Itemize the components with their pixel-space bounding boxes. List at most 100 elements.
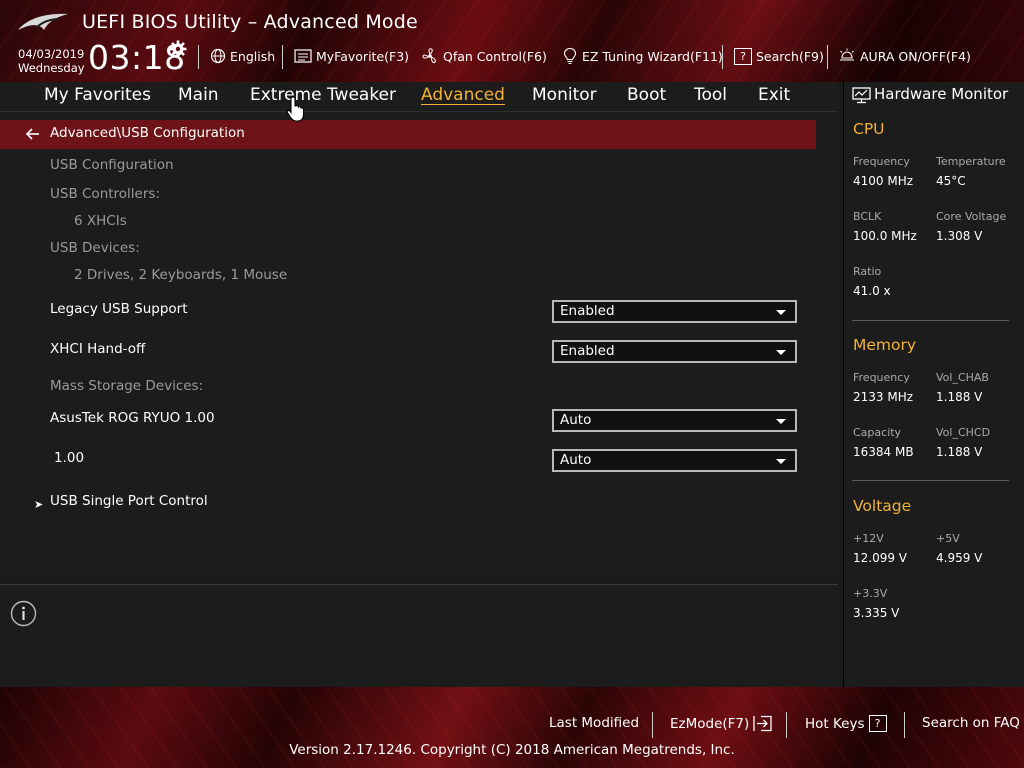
footer-divider: [904, 712, 905, 738]
search-label: Search(F9): [756, 48, 824, 64]
mass-storage-label: Mass Storage Devices:: [50, 378, 204, 394]
v33-label: +3.3V: [853, 587, 888, 600]
monitor-screen-icon: [852, 87, 871, 104]
search-faq-button[interactable]: Search on FAQ: [922, 715, 1020, 731]
date-display: 04/03/2019 Wednesday: [18, 47, 85, 75]
tab-monitor[interactable]: Monitor: [532, 85, 597, 105]
tab-tool[interactable]: Tool: [694, 85, 727, 105]
bclk-label: BCLK: [853, 210, 882, 223]
back-arrow-icon[interactable]: [24, 126, 42, 142]
help-panel: [0, 584, 838, 687]
hardware-monitor-title: Hardware Monitor: [874, 85, 1009, 103]
tab-extreme-tweaker[interactable]: Extreme Tweaker: [250, 85, 396, 105]
rog-logo-icon: [18, 13, 68, 30]
tab-exit[interactable]: Exit: [758, 85, 790, 105]
section-title: USB Configuration: [50, 157, 174, 173]
section-divider: [852, 320, 1009, 321]
mass-storage-device-value: Auto: [560, 452, 592, 468]
aura-toggle-button[interactable]: AURA ON/OFF(F4): [838, 47, 971, 65]
qfan-control-button[interactable]: Qfan Control(F6): [421, 47, 547, 65]
help-question-icon: ?: [868, 715, 887, 732]
tab-advanced[interactable]: Advanced: [421, 85, 505, 105]
last-modified-label: Last Modified: [549, 715, 640, 731]
ezmode-button[interactable]: EzMode(F7): [670, 715, 773, 732]
memory-frequency-value: 2133 MHz: [853, 390, 914, 404]
section-divider: [852, 480, 1009, 481]
mass-storage-device-select[interactable]: Auto: [552, 449, 797, 472]
usb-devices-label: USB Devices:: [50, 240, 140, 256]
vol-chcd-label: Vol_CHCD: [936, 426, 991, 439]
legacy-usb-support-label[interactable]: Legacy USB Support: [50, 301, 188, 317]
globe-icon: [210, 48, 226, 64]
usb-controllers-label: USB Controllers:: [50, 186, 160, 202]
mass-storage-device-select[interactable]: Auto: [552, 409, 797, 432]
footer-divider: [786, 712, 787, 738]
exit-to-ezmode-icon: [753, 715, 772, 732]
xhci-handoff-select[interactable]: Enabled: [552, 340, 797, 363]
chevron-right-icon: ➤: [34, 498, 44, 511]
breadcrumb-path: Advanced\USB Configuration: [50, 125, 245, 141]
favorite-list-icon: [294, 49, 312, 63]
usb-devices-value: 2 Drives, 2 Keyboards, 1 Mouse: [74, 267, 288, 283]
search-faq-label: Search on FAQ: [922, 715, 1020, 731]
hand-pointer-cursor-icon: [286, 96, 305, 122]
hardware-monitor-panel: Hardware Monitor CPU Frequency Temperatu…: [843, 82, 1024, 687]
aura-light-icon: [840, 48, 854, 61]
v5-value: 4.959 V: [936, 551, 983, 565]
search-button[interactable]: ? Search(F9): [734, 47, 824, 65]
toolbar-divider: [198, 45, 199, 69]
footer-divider: [652, 712, 653, 738]
myfavorite-label: MyFavorite(F3): [316, 48, 410, 64]
bclk-value: 100.0 MHz: [853, 229, 917, 243]
tab-main[interactable]: Main: [178, 85, 219, 105]
cpu-frequency-value: 4100 MHz: [853, 174, 914, 188]
cpu-temperature-value: 45°C: [936, 174, 966, 188]
ez-tuning-wizard-button[interactable]: EZ Tuning Wizard(F11): [562, 47, 723, 65]
legacy-usb-support-select[interactable]: Enabled: [552, 300, 797, 323]
ez-tuning-label: EZ Tuning Wizard(F11): [582, 48, 723, 64]
vol-chab-value: 1.188 V: [936, 390, 983, 404]
last-modified-button[interactable]: Last Modified: [549, 715, 639, 731]
voltage-heading: Voltage: [853, 497, 912, 515]
cpu-temperature-label: Temperature: [936, 155, 1006, 168]
toolbar-divider: [722, 45, 723, 69]
language-button[interactable]: English: [210, 47, 275, 65]
breadcrumb[interactable]: Advanced\USB Configuration: [0, 120, 816, 149]
core-voltage-value: 1.308 V: [936, 229, 983, 243]
clock-settings-gear-icon[interactable]: [169, 40, 187, 58]
memory-frequency-label: Frequency: [853, 371, 910, 384]
toolbar-divider: [827, 45, 828, 69]
hot-keys-button[interactable]: Hot Keys ?: [805, 715, 887, 732]
copyright-text: Version 2.17.1246. Copyright (C) 2018 Am…: [289, 742, 735, 758]
tab-my-favorites[interactable]: My Favorites: [44, 85, 151, 105]
cpu-frequency-label: Frequency: [853, 155, 910, 168]
xhci-handoff-value: Enabled: [560, 343, 615, 359]
v12-label: +12V: [853, 532, 884, 545]
ratio-label: Ratio: [853, 265, 882, 278]
memory-heading: Memory: [853, 336, 917, 354]
usb-single-port-control-link[interactable]: USB Single Port Control: [50, 493, 208, 509]
chevron-down-icon: [776, 350, 786, 355]
ezmode-label: EzMode(F7): [670, 715, 750, 732]
date-text: 04/03/2019: [18, 47, 85, 61]
hot-keys-label: Hot Keys: [805, 715, 865, 732]
toolbar-divider: [282, 45, 283, 69]
v5-label: +5V: [936, 532, 960, 545]
chevron-down-icon: [776, 459, 786, 464]
v12-value: 12.099 V: [853, 551, 908, 565]
xhci-handoff-label[interactable]: XHCI Hand-off: [50, 341, 145, 357]
myfavorite-button[interactable]: MyFavorite(F3): [294, 47, 409, 65]
aura-label: AURA ON/OFF(F4): [860, 48, 971, 64]
capacity-value: 16384 MB: [853, 445, 914, 459]
mass-storage-device-label[interactable]: AsusTek ROG RYUO 1.00: [50, 410, 215, 426]
capacity-label: Capacity: [853, 426, 902, 439]
mass-storage-device-value: Auto: [560, 412, 592, 428]
weekday-text: Wednesday: [18, 61, 85, 75]
ratio-value: 41.0 x: [853, 284, 891, 298]
tab-boot[interactable]: Boot: [627, 85, 666, 105]
chevron-down-icon: [776, 419, 786, 424]
core-voltage-label: Core Voltage: [936, 210, 1007, 223]
usb-controllers-value: 6 XHCIs: [74, 213, 127, 229]
header-bar: UEFI BIOS Utility – Advanced Mode 04/03/…: [0, 0, 1024, 82]
mass-storage-device-label[interactable]: 1.00: [54, 450, 84, 466]
